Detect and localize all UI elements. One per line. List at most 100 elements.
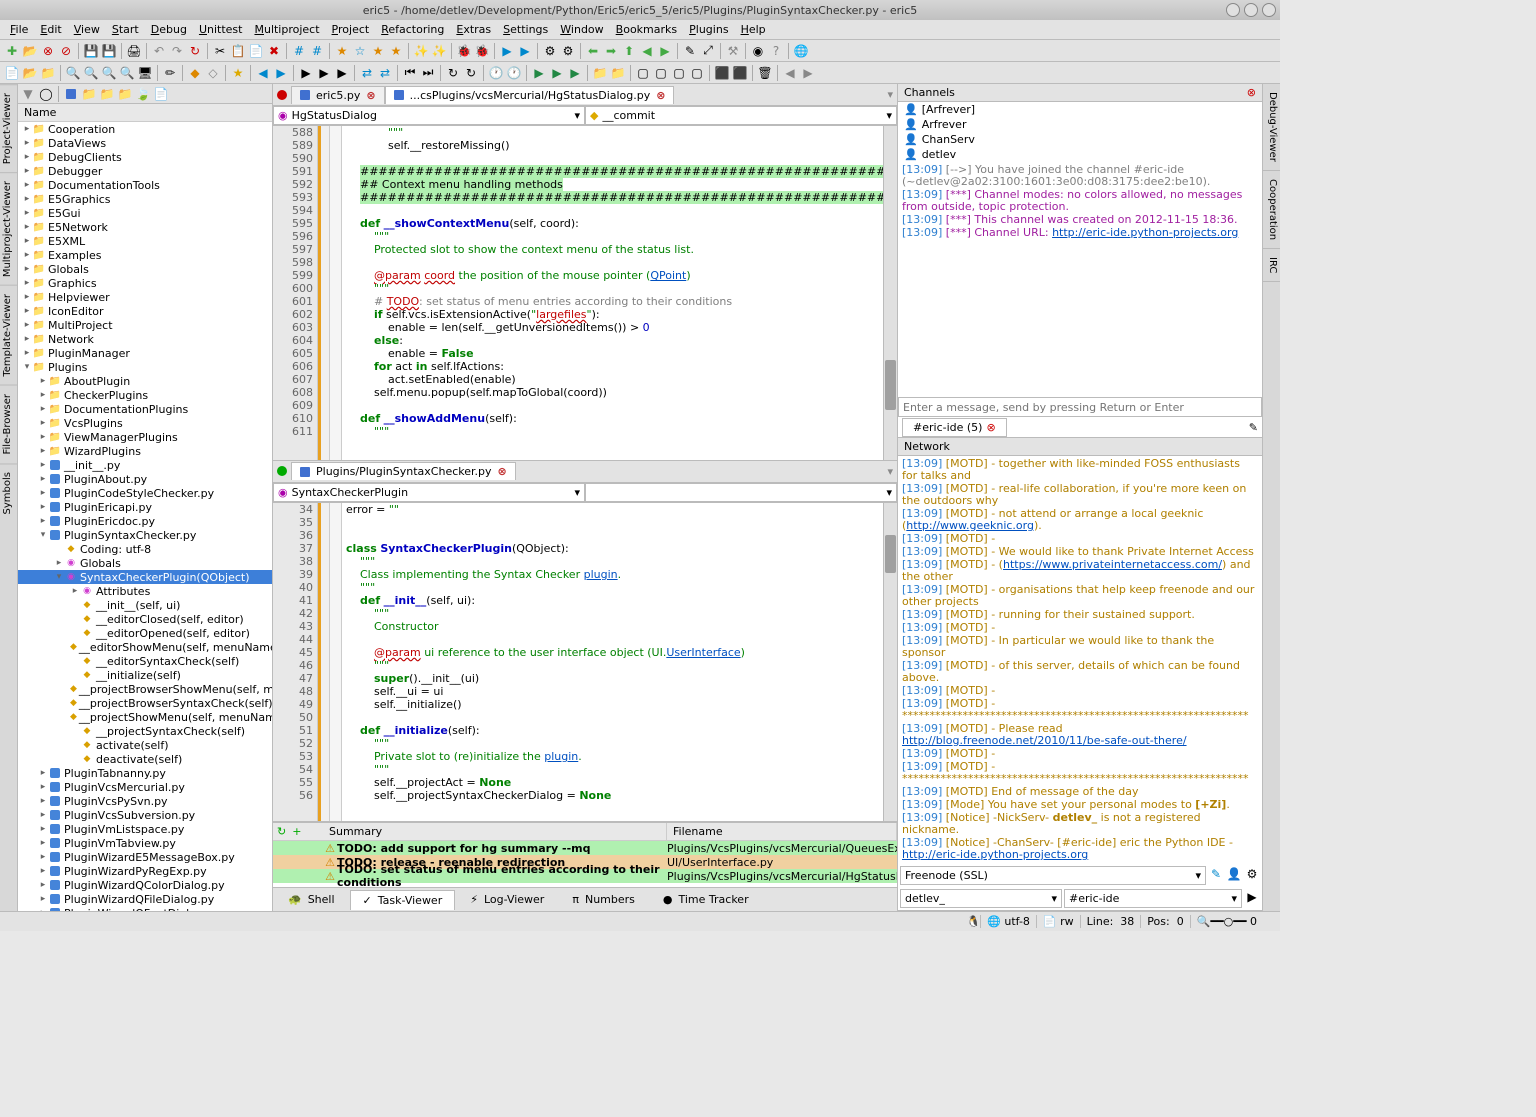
menu-edit[interactable]: Edit [34,21,67,38]
saveall-icon[interactable]: 💾 [101,43,117,59]
comment-icon[interactable]: # [291,43,307,59]
minimize-button[interactable] [1226,3,1240,17]
channel-tab[interactable]: #eric-ide (5) ⊗ [902,418,1007,437]
tree-item[interactable]: __editorShowMenu(self, menuName, men [18,640,272,654]
menu-multiproject[interactable]: Multiproject [248,21,325,38]
menu-project[interactable]: Project [326,21,376,38]
monitor-icon[interactable]: 🖥 [137,65,153,81]
tree-item[interactable]: ▸ViewManagerPlugins [18,430,272,444]
bottom-tab-task-viewer[interactable]: ✓Task-Viewer [350,890,456,910]
menu-help[interactable]: Help [735,21,772,38]
bookmarks-icon[interactable]: ☆ [352,43,368,59]
channel-log[interactable]: [13:09] [-->] You have joined the channe… [898,162,1262,397]
folder2-icon[interactable]: 📁 [610,65,626,81]
folder3-icon[interactable]: 📁 [117,86,133,102]
filter-icon[interactable]: ▼ [20,86,36,102]
project-tree[interactable]: ▸Cooperation▸DataViews▸DebugClients▸Debu… [18,122,272,911]
zoom-fit-icon[interactable]: 🔍 [119,65,135,81]
wand-icon[interactable]: ✨ [413,43,429,59]
prev-icon[interactable]: ◀ [639,43,655,59]
bottom-tab-numbers[interactable]: πNumbers [559,889,648,910]
tree-item[interactable]: ▸PluginManager [18,346,272,360]
tree-item[interactable]: ▸DocumentationPlugins [18,402,272,416]
menu-window[interactable]: Window [554,21,609,38]
folder-icon[interactable]: 📁 [592,65,608,81]
tree-item[interactable]: ▸PluginTabnanny.py [18,766,272,780]
reload-icon[interactable]: ↻ [445,65,461,81]
channel-user[interactable]: 👤Arfrever [898,117,1262,132]
tree-item[interactable]: ▸PluginAbout.py [18,472,272,486]
bottom-tab-log-viewer[interactable]: ⚡Log-Viewer [457,889,557,910]
task-col-summary[interactable]: Summary [323,823,667,840]
tree-item[interactable]: ▸Attributes [18,584,272,598]
menu-unittest[interactable]: Unittest [193,21,249,38]
left-tab-template-viewer[interactable]: Template-Viewer [0,285,17,385]
hg-back-icon[interactable]: ◀ [782,65,798,81]
delete-icon[interactable]: ✖ [266,43,282,59]
copy-icon[interactable]: 📋 [230,43,246,59]
nick-selector[interactable]: detlev_▾ [900,889,1062,908]
skip-fwd-icon[interactable]: ⏭ [420,65,436,81]
network-log[interactable]: [13:09] [MOTD] - together with like-mind… [898,456,1262,864]
tree-item[interactable]: ▾SyntaxCheckerPlugin(QObject) [18,570,272,584]
tree-item[interactable]: ▸PluginWizardE5MessageBox.py [18,850,272,864]
unmarker-icon[interactable]: ◇ [205,65,221,81]
settings-icon[interactable]: ⚙ [1244,866,1260,882]
next-icon[interactable]: ▶ [657,43,673,59]
diff-icon[interactable]: ⇄ [359,65,375,81]
right-tab-cooperation[interactable]: Cooperation [1263,171,1280,249]
join-icon[interactable]: ▶ [1244,889,1260,905]
wand2-icon[interactable]: ✨ [431,43,447,59]
gear-icon[interactable]: ⚙ [542,43,558,59]
tree-item[interactable]: deactivate(self) [18,752,272,766]
tree-item[interactable]: ▸Globals [18,262,272,276]
close-channel-icon[interactable]: ⊗ [986,421,995,434]
editor-tab-hgstatus[interactable]: ...csPlugins/vcsMercurial/HgStatusDialog… [385,86,675,104]
proj-new-icon[interactable]: 📄 [4,65,20,81]
tree-item[interactable]: __editorClosed(self, editor) [18,612,272,626]
method-selector[interactable]: ◆__commit▾ [585,106,897,125]
reload2-icon[interactable]: ↻ [463,65,479,81]
channel-user[interactable]: 👤ChanServ [898,132,1262,147]
left-tab-multiproject-viewer[interactable]: Multiproject-Viewer [0,172,17,285]
hg-fwd-icon[interactable]: ▶ [800,65,816,81]
bookmark-prev-icon[interactable]: ★ [388,43,404,59]
close-tab-icon[interactable]: ⊗ [498,465,507,478]
channel-user[interactable]: 👤[Arfrever] [898,102,1262,117]
tree-item[interactable]: __projectBrowserShowMenu(self, menuN [18,682,272,696]
help-icon[interactable]: ? [768,43,784,59]
skip-back-icon[interactable]: ⏮ [402,65,418,81]
tree-item[interactable]: __projectSyntaxCheck(self) [18,724,272,738]
gear2-icon[interactable]: ⚙ [560,43,576,59]
undo-icon[interactable]: ↶ [151,43,167,59]
play3-icon[interactable]: ▶ [567,65,583,81]
bottom-tab-time-tracker[interactable]: ●Time Tracker [650,889,762,910]
editor-scrollbar[interactable] [883,126,897,460]
class-selector[interactable]: ◉HgStatusDialog▾ [273,106,585,125]
play2-icon[interactable]: ▶ [549,65,565,81]
tree-item[interactable]: __editorSyntaxCheck(self) [18,654,272,668]
debug2-icon[interactable]: 🐞 [474,43,490,59]
pencil-icon[interactable]: ✏ [162,65,178,81]
class-selector-lower[interactable]: ◉SyntaxCheckerPlugin▾ [273,483,585,502]
tree-item[interactable]: ▸PluginCodeStyleChecker.py [18,486,272,500]
tree-item[interactable]: activate(self) [18,738,272,752]
menu-start[interactable]: Start [106,21,145,38]
tree-item[interactable]: ▸Cooperation [18,122,272,136]
tree-item[interactable]: ▸DebugClients [18,150,272,164]
proj-close-icon[interactable]: 📁 [40,65,56,81]
tree-item[interactable]: ▸PluginEricapi.py [18,500,272,514]
leaf-icon[interactable]: 🍃 [135,86,151,102]
tree-item[interactable]: ▸Helpviewer [18,290,272,304]
task-row[interactable]: ⚠TODO: add support for hg summary --mqPl… [273,841,897,855]
revert-icon[interactable]: ↻ [187,43,203,59]
menu-view[interactable]: View [68,21,106,38]
edit-icon[interactable]: ✎ [682,43,698,59]
term2-icon[interactable]: ⬛ [732,65,748,81]
server-selector[interactable]: Freenode (SSL)▾ [900,866,1206,885]
tree-item[interactable]: ▸E5Graphics [18,192,272,206]
closeall-icon[interactable]: ⊘ [58,43,74,59]
tree-item[interactable]: ▸Graphics [18,276,272,290]
close-tab-icon[interactable]: ⊗ [656,89,665,102]
tree-item[interactable]: __projectBrowserSyntaxCheck(self) [18,696,272,710]
